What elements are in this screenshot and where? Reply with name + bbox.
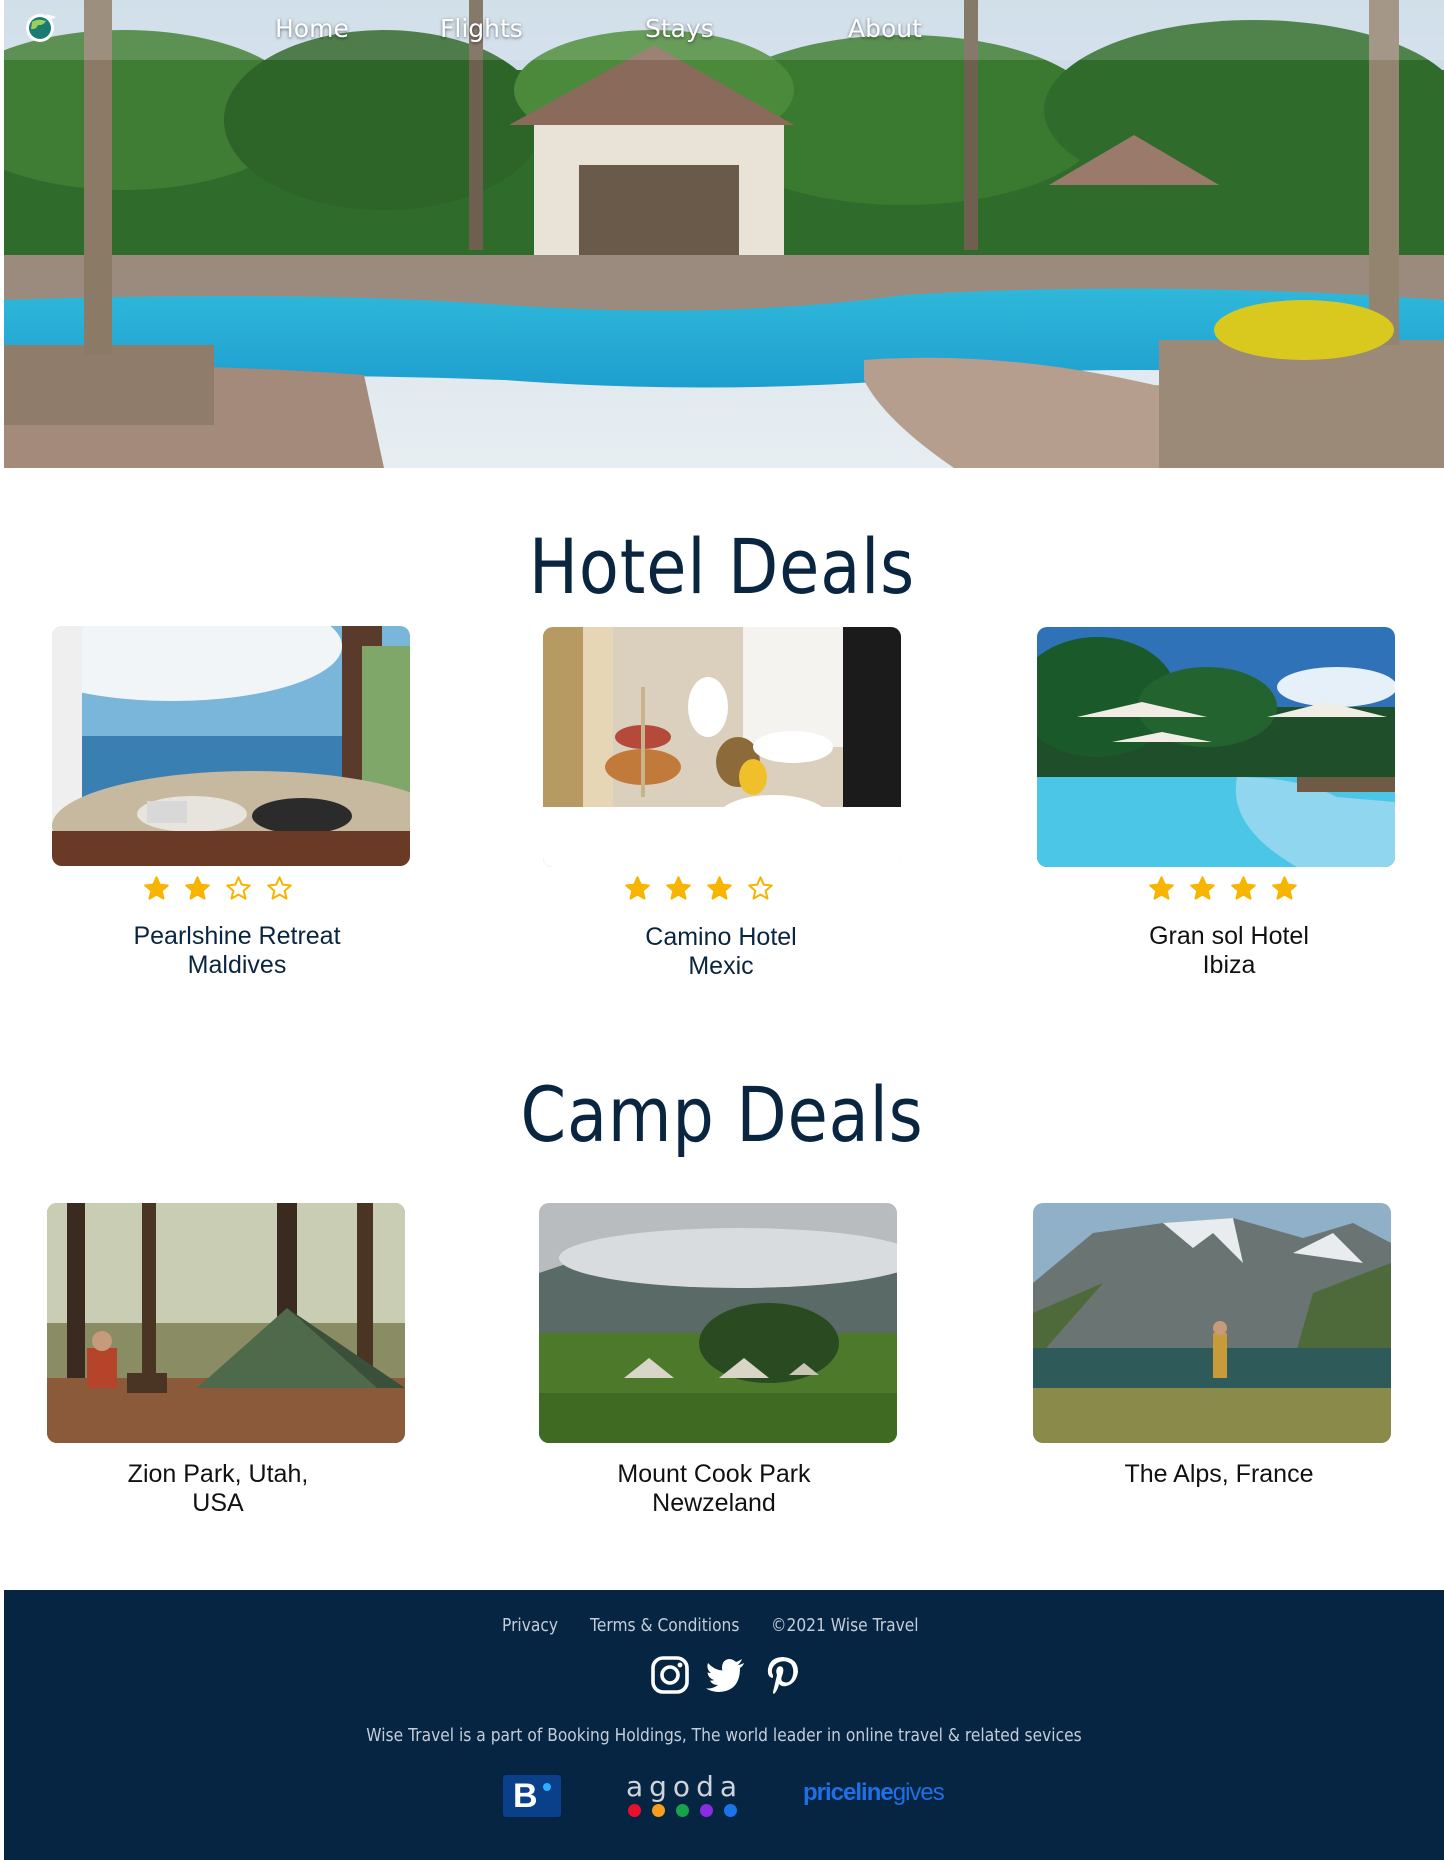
twitter-icon[interactable] xyxy=(705,1654,747,1696)
camp-name-alps[interactable]: The Alps, France xyxy=(1089,1460,1349,1489)
footer-copyright: ©2021 Wise Travel xyxy=(771,1615,919,1636)
booking-logo[interactable]: B xyxy=(503,1775,561,1817)
instagram-icon[interactable] xyxy=(649,1654,691,1696)
nav-home[interactable]: Home xyxy=(275,14,349,43)
footer-tagline: Wise Travel is a part of Booking Holding… xyxy=(366,1725,1082,1746)
hotel-image-gran-sol[interactable] xyxy=(1037,627,1395,867)
hotel-image-pearlshine[interactable] xyxy=(52,626,410,866)
hotel-name-pearlshine[interactable]: Pearlshine Retreat Maldives xyxy=(112,922,362,980)
nav-about[interactable]: About xyxy=(848,14,922,43)
footer-link-terms[interactable]: Terms & Conditions xyxy=(590,1615,739,1636)
hotel-name-camino[interactable]: Camino Hotel Mexic xyxy=(596,923,846,981)
agoda-dot xyxy=(628,1804,641,1817)
priceline-logo[interactable]: pricelinegives xyxy=(803,1779,945,1813)
star-filled-icon xyxy=(1272,876,1297,900)
star-outline-icon xyxy=(226,876,251,900)
star-filled-icon xyxy=(1149,876,1174,900)
camp-image-zion[interactable] xyxy=(47,1203,405,1443)
star-filled-icon xyxy=(1190,876,1215,900)
navbar: Home Flights Stays About xyxy=(4,0,1444,60)
hotel-rating-gran-sol xyxy=(1148,875,1298,909)
nav-stays[interactable]: Stays xyxy=(645,14,714,43)
footer-link-privacy[interactable]: Privacy xyxy=(502,1615,558,1636)
agoda-dot xyxy=(652,1804,665,1817)
star-filled-icon xyxy=(666,876,691,900)
hotel-name-gran-sol[interactable]: Gran sol Hotel Ibiza xyxy=(1104,922,1354,980)
hotel-deals-title: Hotel Deals xyxy=(528,522,916,611)
star-outline-icon xyxy=(748,876,773,900)
camp-image-mount-cook[interactable] xyxy=(539,1203,897,1443)
hotel-rating-pearlshine xyxy=(143,875,293,909)
pinterest-icon[interactable] xyxy=(761,1654,803,1696)
camp-deals-title: Camp Deals xyxy=(520,1070,924,1159)
star-filled-icon xyxy=(625,876,650,900)
nav-flights[interactable]: Flights xyxy=(440,14,523,43)
agoda-dot xyxy=(676,1804,689,1817)
hero-image xyxy=(4,0,1444,468)
star-filled-icon xyxy=(144,876,169,900)
footer: Privacy Terms & Conditions ©2021 Wise Tr… xyxy=(4,1590,1444,1860)
booking-dot xyxy=(543,1783,551,1791)
hotel-rating-camino xyxy=(624,875,774,909)
camp-name-mount-cook[interactable]: Mount Cook Park Newzeland xyxy=(589,1460,839,1518)
camp-image-alps[interactable] xyxy=(1033,1203,1391,1443)
star-filled-icon xyxy=(185,876,210,900)
star-outline-icon xyxy=(267,876,292,900)
star-filled-icon xyxy=(1231,876,1256,900)
agoda-dot xyxy=(700,1804,713,1817)
agoda-dots xyxy=(628,1804,737,1817)
wise-travel-logo[interactable] xyxy=(16,8,64,56)
star-filled-icon xyxy=(707,876,732,900)
agoda-logo[interactable]: agoda xyxy=(624,1770,744,1822)
hotel-image-camino[interactable] xyxy=(543,627,901,867)
camp-name-zion[interactable]: Zion Park, Utah, USA xyxy=(93,1460,343,1518)
agoda-dot xyxy=(724,1804,737,1817)
